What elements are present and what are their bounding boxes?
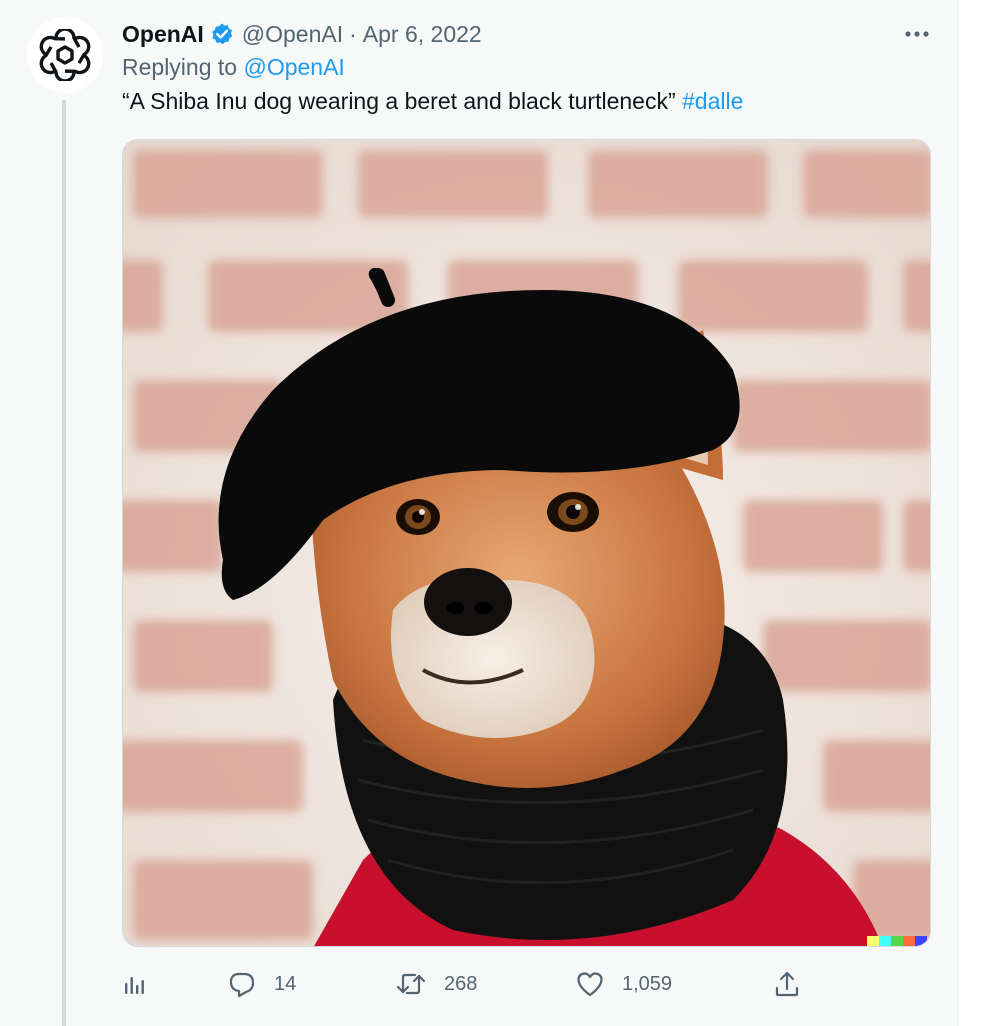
retweet-count: 268 [444, 972, 478, 995]
tweet-actions: 14 268 1,059 [122, 962, 822, 1006]
analytics-button[interactable] [122, 962, 148, 1006]
avatar[interactable] [27, 17, 103, 93]
verified-badge-icon [210, 22, 234, 46]
tweet-card[interactable]: OpenAI @OpenAI · Apr 6, 2022 Replying to… [0, 0, 958, 1026]
thread-line [62, 100, 66, 1026]
replying-to: Replying to @OpenAI [122, 54, 345, 81]
share-button[interactable] [774, 962, 800, 1006]
more-icon [905, 31, 929, 37]
tweet-date[interactable]: Apr 6, 2022 [363, 21, 482, 48]
reply-button[interactable]: 14 [228, 962, 296, 1006]
share-icon [775, 971, 799, 997]
separator: · [349, 20, 357, 47]
analytics-icon [125, 977, 144, 994]
openai-logo-icon [39, 29, 91, 81]
reply-icon [229, 972, 255, 998]
tweet-image[interactable] [122, 139, 931, 947]
heart-icon [577, 972, 603, 997]
timeline-border [958, 0, 959, 1026]
author-handle[interactable]: @OpenAI [242, 21, 343, 48]
tweet-body: “A Shiba Inu dog wearing a beret and bla… [122, 88, 676, 114]
reply-count: 14 [274, 972, 297, 995]
tweet-header: OpenAI @OpenAI · Apr 6, 2022 [122, 18, 482, 50]
retweet-icon [396, 973, 426, 995]
replying-handle-link[interactable]: @OpenAI [243, 54, 344, 80]
retweet-button[interactable]: 268 [396, 962, 477, 1006]
replying-prefix: Replying to [122, 54, 238, 80]
like-button[interactable]: 1,059 [576, 962, 672, 1006]
more-options-button[interactable] [900, 20, 934, 48]
hashtag-link[interactable]: #dalle [682, 88, 743, 114]
like-count: 1,059 [622, 972, 673, 995]
shiba-inu-photo [123, 140, 930, 946]
tweet-text: “A Shiba Inu dog wearing a beret and bla… [122, 88, 743, 115]
author-name[interactable]: OpenAI [122, 21, 204, 48]
